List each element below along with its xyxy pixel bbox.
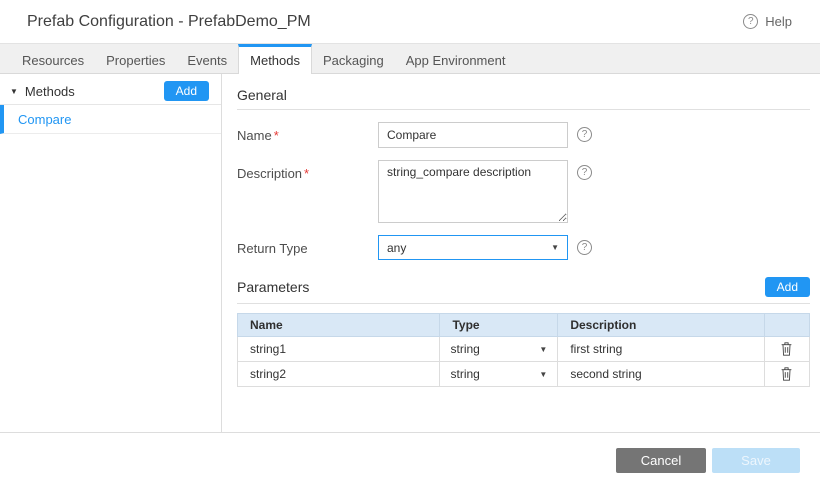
save-button[interactable]: Save [712,448,800,473]
param-description-input[interactable] [558,337,763,361]
return-type-value: any [387,241,406,255]
select-caret-icon: ▼ [539,345,547,354]
name-row: Name* ? [237,122,810,148]
parameter-row: string ▼ [238,362,810,387]
tab-resources[interactable]: Resources [11,44,95,73]
method-form: General Name* ? Description* string_comp… [222,74,820,432]
parameters-header-row: Name Type Description [238,314,810,337]
tab-properties[interactable]: Properties [95,44,176,73]
return-type-label: Return Type [237,235,378,256]
description-textarea[interactable]: string_compare description [378,160,568,223]
trash-icon [780,366,793,382]
dialog-content: ▼ Methods Add Compare General Name* ? [0,74,820,432]
name-required-marker: * [274,128,279,143]
return-type-row: Return Type any ▼ ? [237,235,810,260]
general-section-header: General [237,87,810,110]
parameter-row: string ▼ [238,337,810,362]
param-name-input[interactable] [238,362,439,386]
general-section-title: General [237,87,287,103]
return-type-select[interactable]: any ▼ [378,235,568,260]
sidebar-item-compare[interactable]: Compare [0,105,221,134]
return-type-help-icon[interactable]: ? [577,240,592,255]
tab-app-environment[interactable]: App Environment [395,44,517,73]
column-header-name: Name [238,314,440,337]
methods-sidebar: ▼ Methods Add Compare [0,74,222,432]
name-help-icon[interactable]: ? [577,127,592,142]
methods-section-label: Methods [25,84,75,99]
tab-events[interactable]: Events [176,44,238,73]
description-required-marker: * [304,166,309,181]
help-label: Help [765,14,792,29]
dialog-header: Prefab Configuration - PrefabDemo_PM ? H… [0,0,820,44]
param-name-input[interactable] [238,337,439,361]
select-caret-icon: ▼ [539,370,547,379]
param-description-input[interactable] [558,362,763,386]
param-type-select[interactable]: string ▼ [440,362,557,386]
description-row: Description* string_compare description … [237,160,810,223]
parameters-table: Name Type Description string ▼ [237,313,810,387]
name-input[interactable] [378,122,568,148]
add-parameter-button[interactable]: Add [765,277,810,297]
trash-icon [780,341,793,357]
collapse-caret-icon[interactable]: ▼ [10,87,18,96]
tab-bar: Resources Properties Events Methods Pack… [0,44,820,74]
param-type-value: string [450,342,479,356]
delete-param-button[interactable] [776,339,797,359]
dialog-footer: Cancel Save [0,432,820,488]
parameters-section-title: Parameters [237,279,309,295]
column-header-actions [764,314,809,337]
prefab-configuration-dialog: Prefab Configuration - PrefabDemo_PM ? H… [0,0,820,488]
description-label: Description* [237,160,378,181]
column-header-description: Description [558,314,764,337]
select-caret-icon: ▼ [551,243,559,252]
parameters-section-header: Parameters Add [237,277,810,304]
tab-packaging[interactable]: Packaging [312,44,395,73]
add-method-button[interactable]: Add [164,81,209,101]
param-type-value: string [450,367,479,381]
name-label: Name* [237,122,378,143]
tab-methods[interactable]: Methods [238,44,312,74]
param-type-select[interactable]: string ▼ [440,337,557,361]
help-button[interactable]: ? Help [743,14,792,29]
dialog-title: Prefab Configuration - PrefabDemo_PM [27,13,311,31]
description-help-icon[interactable]: ? [577,165,592,180]
delete-param-button[interactable] [776,364,797,384]
cancel-button[interactable]: Cancel [616,448,706,473]
help-icon: ? [743,14,758,29]
methods-section-header: ▼ Methods Add [0,78,221,105]
column-header-type: Type [440,314,558,337]
